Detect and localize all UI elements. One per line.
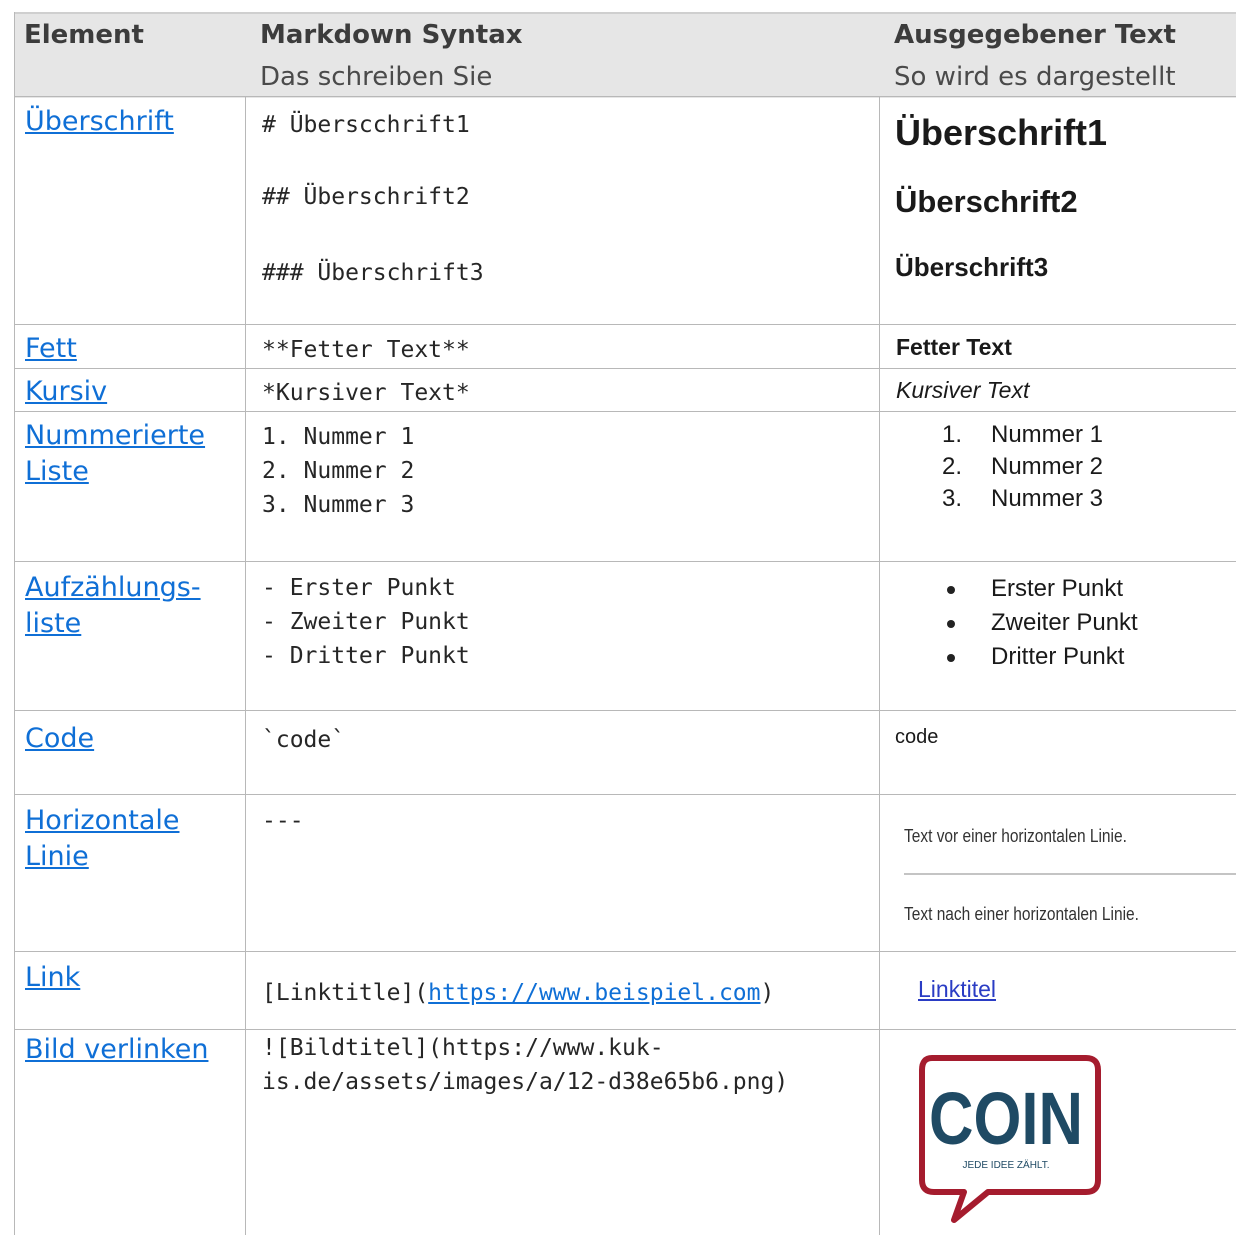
syntax-heading-3: ### Überschrift3 — [262, 260, 484, 286]
link-horizontale-linie-2[interactable]: Linie — [25, 841, 89, 872]
syntax-heading-2: ## Überschrift2 — [262, 184, 470, 210]
output-code: code — [895, 726, 939, 748]
link-horizontale-linie-1[interactable]: Horizontale — [25, 805, 179, 836]
coin-logo-image: COIN JEDE IDEE ZÄHLT. — [919, 1055, 1101, 1223]
syntax-bullet-2: - Zweiter Punkt — [262, 609, 470, 635]
column-divider — [879, 96, 880, 1235]
output-heading-1: Überschrift1 — [895, 112, 1108, 153]
output-hr-before: Text vor einer horizontalen Linie. — [904, 826, 1127, 846]
row-divider — [14, 794, 1236, 795]
syntax-heading-1: # Überscchrift1 — [262, 112, 470, 138]
row-divider — [14, 561, 1236, 562]
output-bold: Fetter Text — [896, 334, 1012, 360]
header-element: Element — [24, 20, 144, 50]
header-output-sub: So wird es dargestellt — [894, 62, 1176, 92]
output-numbered-item: Nummer 1 — [991, 421, 1104, 448]
bullet-dot — [947, 586, 955, 594]
syntax-bold: **Fetter Text** — [262, 337, 470, 363]
syntax-italic: *Kursiver Text* — [262, 380, 470, 406]
output-numbered-marker: 2. — [942, 453, 963, 480]
link-nummerierte-liste-2[interactable]: Liste — [25, 456, 89, 487]
output-numbered-item: Nummer 2 — [991, 453, 1104, 480]
output-numbered-item: Nummer 3 — [991, 485, 1104, 512]
syntax-bullet-1: - Erster Punkt — [262, 575, 456, 601]
link-aufzaehlungsliste-1[interactable]: Aufzählungs- — [25, 572, 201, 603]
row-divider — [14, 96, 1236, 97]
output-heading-2: Überschrift2 — [895, 184, 1078, 219]
row-divider — [14, 324, 1236, 325]
syntax-code: `code` — [262, 727, 346, 753]
output-link[interactable]: Linktitel — [918, 976, 996, 1003]
header-syntax-sub: Das schreiben Sie — [260, 62, 493, 92]
link-ueberschrift[interactable]: Überschrift — [25, 106, 174, 137]
syntax-bullet-3: - Dritter Punkt — [262, 643, 470, 669]
link-nummerierte-liste-1[interactable]: Nummerierte — [25, 420, 205, 451]
row-divider — [14, 411, 1236, 412]
output-horizontal-rule — [904, 873, 1236, 875]
table-border-left — [14, 12, 15, 1235]
bullet-dot — [947, 620, 955, 628]
link-link[interactable]: Link — [25, 962, 80, 993]
row-divider — [14, 951, 1236, 952]
syntax-link-url[interactable]: https://www.beispiel.com — [428, 980, 760, 1006]
header-syntax: Markdown Syntax — [260, 20, 523, 50]
column-divider — [245, 96, 246, 1235]
header-output: Ausgegebener Text — [894, 20, 1176, 50]
syntax-hr: --- — [262, 808, 304, 834]
output-bullet-item: Zweiter Punkt — [991, 609, 1138, 636]
row-divider — [14, 1029, 1236, 1030]
row-divider — [14, 710, 1236, 711]
row-divider — [14, 368, 1236, 369]
syntax-link-suffix: ) — [760, 980, 775, 1006]
logo-text: COIN — [929, 1078, 1083, 1161]
logo-tagline: JEDE IDEE ZÄHLT. — [962, 1159, 1049, 1171]
link-bild-verlinken[interactable]: Bild verlinken — [25, 1034, 208, 1065]
syntax-numbered-2: 2. Nummer 2 — [262, 458, 415, 484]
syntax-image-2: is.de/assets/images/a/12-d38e65b6.png) — [262, 1069, 789, 1095]
syntax-image-1: ![Bildtitel](https://www.kuk- — [262, 1035, 664, 1061]
syntax-numbered-3: 3. Nummer 3 — [262, 492, 415, 518]
syntax-link: [Linktitle](https://www.beispiel.com) — [262, 980, 774, 1006]
output-bullet-item: Dritter Punkt — [991, 643, 1125, 670]
output-bullet-item: Erster Punkt — [991, 575, 1124, 602]
output-italic: Kursiver Text — [896, 377, 1030, 403]
syntax-link-prefix: [Linktitle]( — [262, 980, 429, 1006]
link-kursiv[interactable]: Kursiv — [25, 376, 107, 407]
output-numbered-marker: 1. — [942, 421, 963, 448]
link-fett[interactable]: Fett — [25, 333, 77, 364]
output-numbered-marker: 3. — [942, 485, 963, 512]
output-hr-after: Text nach einer horizontalen Linie. — [904, 904, 1139, 924]
bullet-dot — [947, 654, 955, 662]
syntax-numbered-1: 1. Nummer 1 — [262, 424, 415, 450]
link-code[interactable]: Code — [25, 723, 94, 754]
output-heading-3: Überschrift3 — [895, 252, 1049, 282]
link-aufzaehlungsliste-2[interactable]: liste — [25, 608, 81, 639]
